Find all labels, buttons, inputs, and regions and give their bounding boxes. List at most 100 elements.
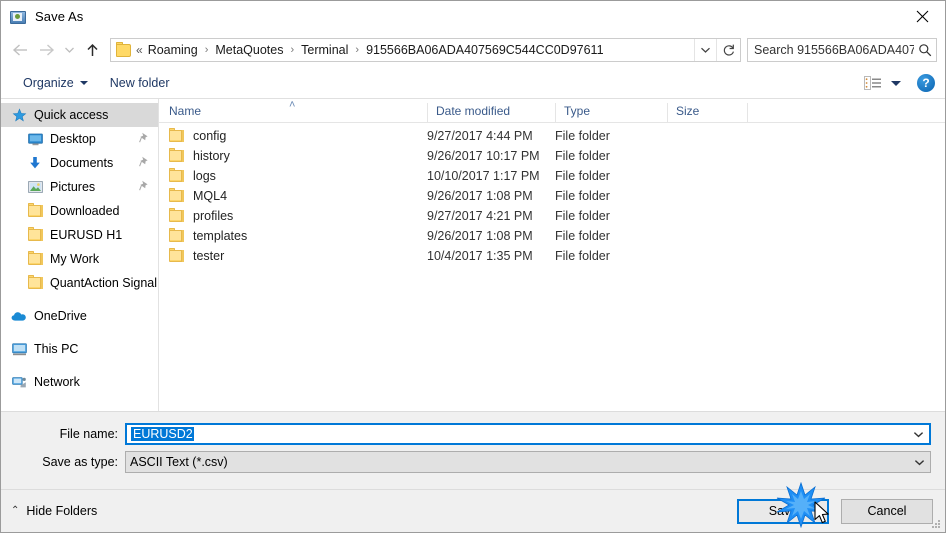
address-bar[interactable]: « Roaming › MetaQuotes › Terminal › 9155… <box>110 38 741 62</box>
column-header-type-label: Type <box>564 104 591 118</box>
dialog-footer: ⌃ Hide Folders Save Cancel <box>1 489 945 532</box>
save-as-dialog: Save As « Roaming › MetaQuotes › Termina… <box>0 0 946 533</box>
sidebar-item-label: EURUSD H1 <box>50 228 123 242</box>
file-name-cell[interactable]: logs <box>159 168 427 183</box>
pin-icon[interactable] <box>139 180 149 194</box>
sidebar-item-my-work[interactable]: My Work <box>1 247 158 271</box>
forward-arrow-icon[interactable] <box>33 37 59 63</box>
file-name-cell[interactable]: config <box>159 128 427 143</box>
file-type-cell: File folder <box>555 149 610 163</box>
sidebar-item-network[interactable]: Network <box>1 370 158 394</box>
view-options-icon[interactable] <box>863 75 883 91</box>
refresh-icon[interactable] <box>716 39 740 61</box>
recent-locations-chevron-icon[interactable] <box>59 37 79 63</box>
column-header-size[interactable]: Size <box>667 103 747 122</box>
dialog-body: Quick access Desktop Documents Pictures … <box>1 99 945 412</box>
sidebar-item-label: Network <box>34 375 80 389</box>
breadcrumb-item-guid[interactable]: 915566BA06ADA407569C544CC0D97611 <box>364 43 605 57</box>
file-name-cell[interactable]: tester <box>159 248 427 263</box>
sidebar-item-onedrive[interactable]: OneDrive <box>1 304 158 328</box>
folder-icon <box>169 248 184 262</box>
table-row[interactable]: history 9/26/2017 10:17 PM File folder <box>159 146 945 166</box>
pin-icon[interactable] <box>139 156 149 170</box>
sort-ascending-icon: ˄ <box>289 99 296 111</box>
organize-label: Organize <box>23 76 74 90</box>
save-button[interactable]: Save <box>737 498 829 524</box>
file-name-cell[interactable]: profiles <box>159 208 427 223</box>
onedrive-cloud-icon <box>11 308 27 324</box>
column-headers: Name ˄ Date modified Type Size <box>159 99 945 123</box>
up-arrow-icon[interactable] <box>79 37 105 63</box>
chevron-down-icon <box>79 81 88 85</box>
file-name-label: templates <box>193 229 248 243</box>
file-date-cell: 9/27/2017 4:21 PM <box>427 209 533 223</box>
table-row[interactable]: templates 9/26/2017 1:08 PM File folder <box>159 226 945 246</box>
file-type-cell: File folder <box>555 189 610 203</box>
sidebar-item-documents[interactable]: Documents <box>1 151 158 175</box>
sidebar-item-eurusd-h1[interactable]: EURUSD H1 <box>1 223 158 247</box>
hide-folders-button[interactable]: ⌃ Hide Folders <box>11 504 97 518</box>
table-row[interactable]: logs 10/10/2017 1:17 PM File folder <box>159 166 945 186</box>
column-header-size-label: Size <box>676 104 700 118</box>
new-folder-button[interactable]: New folder <box>104 73 176 93</box>
table-row[interactable]: config 9/27/2017 4:44 PM File folder <box>159 126 945 146</box>
sidebar-item-label: Downloaded <box>50 204 120 218</box>
table-row[interactable]: tester 10/4/2017 1:35 PM File folder <box>159 246 945 266</box>
back-arrow-icon[interactable] <box>7 37 33 63</box>
sidebar-item-label: Pictures <box>50 180 96 194</box>
sidebar-item-desktop[interactable]: Desktop <box>1 127 158 151</box>
breadcrumb-separator[interactable]: › <box>350 44 364 56</box>
file-date-cell: 9/26/2017 1:08 PM <box>427 189 533 203</box>
file-name-input[interactable]: EURUSD2 <box>125 423 931 445</box>
chevron-down-icon[interactable] <box>908 459 930 466</box>
column-header-date-modified[interactable]: Date modified <box>427 103 555 122</box>
file-name-value[interactable]: EURUSD2 <box>127 427 907 441</box>
chevron-down-icon[interactable] <box>907 431 929 438</box>
sidebar-item-label: QuantAction Signal <box>50 276 158 290</box>
file-name-label: config <box>193 129 227 143</box>
sidebar-item-quantaction-signal[interactable]: QuantAction Signal <box>1 271 158 295</box>
file-name-cell[interactable]: MQL4 <box>159 188 427 203</box>
file-name-cell[interactable]: templates <box>159 228 427 243</box>
sidebar-item-pictures[interactable]: Pictures <box>1 175 158 199</box>
cancel-button[interactable]: Cancel <box>841 498 933 524</box>
column-header-type[interactable]: Type <box>555 103 667 122</box>
sidebar-item-quick-access[interactable]: Quick access <box>1 103 158 127</box>
file-date-cell: 9/26/2017 1:08 PM <box>427 229 533 243</box>
breadcrumb-item-roaming[interactable]: Roaming <box>146 43 200 57</box>
help-button[interactable]: ? <box>917 74 935 92</box>
breadcrumb-item-metaquotes[interactable]: MetaQuotes <box>213 43 285 57</box>
column-header-name[interactable]: Name ˄ <box>159 99 427 122</box>
sidebar-item-label: Desktop <box>50 132 96 146</box>
sidebar-item-this-pc[interactable]: This PC <box>1 337 158 361</box>
search-box[interactable]: Search 915566BA06ADA40756... <box>747 38 937 62</box>
table-row[interactable]: profiles 9/27/2017 4:21 PM File folder <box>159 206 945 226</box>
pin-icon[interactable] <box>139 132 149 146</box>
close-icon[interactable] <box>899 1 945 31</box>
star-icon <box>11 107 27 123</box>
view-options-chevron-down-icon[interactable] <box>891 80 901 86</box>
breadcrumb-separator[interactable]: › <box>285 44 299 56</box>
folder-icon <box>27 227 43 243</box>
breadcrumb-item-terminal[interactable]: Terminal <box>299 43 350 57</box>
search-icon[interactable] <box>914 43 936 57</box>
breadcrumb-separator[interactable]: › <box>200 44 214 56</box>
save-as-app-icon <box>10 9 26 25</box>
file-list-pane: Name ˄ Date modified Type Size config 9/… <box>159 99 945 411</box>
resize-grip[interactable] <box>930 518 942 530</box>
file-name-label: MQL4 <box>193 189 228 203</box>
save-as-type-select[interactable]: ASCII Text (*.csv) <box>125 451 931 473</box>
file-date-cell: 9/27/2017 4:44 PM <box>427 129 533 143</box>
folder-icon <box>169 128 184 142</box>
organize-button[interactable]: Organize <box>17 73 94 93</box>
search-input[interactable]: Search 915566BA06ADA40756... <box>748 43 914 57</box>
sidebar-item-downloaded[interactable]: Downloaded <box>1 199 158 223</box>
folder-icon <box>169 208 184 222</box>
chevron-down-icon[interactable] <box>694 39 716 61</box>
table-row[interactable]: MQL4 9/26/2017 1:08 PM File folder <box>159 186 945 206</box>
file-type-cell: File folder <box>555 169 610 183</box>
documents-download-icon <box>27 155 43 171</box>
file-name-cell[interactable]: history <box>159 148 427 163</box>
folder-icon <box>27 251 43 267</box>
breadcrumb-overflow[interactable]: « <box>135 43 146 57</box>
